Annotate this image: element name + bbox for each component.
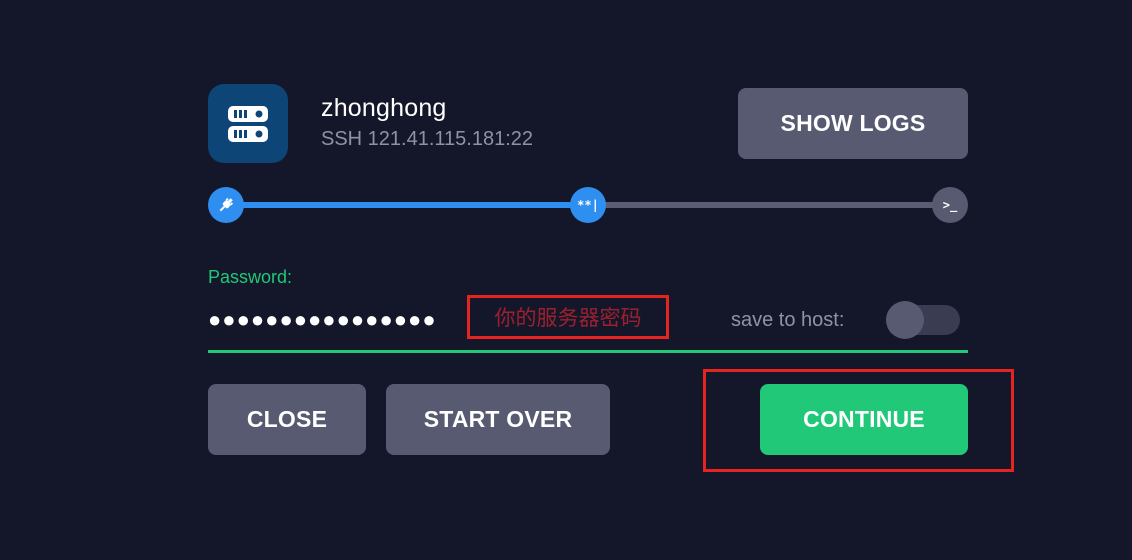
plug-icon xyxy=(208,187,244,223)
save-to-host-label: save to host: xyxy=(731,309,845,331)
toggle-knob[interactable] xyxy=(886,301,924,339)
terminal-icon: >_ xyxy=(932,187,968,223)
password-underline xyxy=(208,350,968,353)
show-logs-button[interactable]: SHOW LOGS xyxy=(738,88,968,159)
progress-track-remaining xyxy=(588,202,950,208)
host-address: SSH 121.41.115.181:22 xyxy=(321,128,534,150)
annotation-password-hint: 你的服务器密码 xyxy=(467,295,669,339)
progress-track-complete xyxy=(226,202,588,208)
host-name: zhonghong xyxy=(321,94,447,122)
password-label: Password: xyxy=(208,267,293,287)
password-input[interactable]: ●●●●●●●●●●●●●●●● xyxy=(208,307,437,333)
close-button[interactable]: CLOSE xyxy=(208,384,366,455)
save-to-host-toggle[interactable] xyxy=(886,301,960,339)
password-icon: **| xyxy=(570,187,606,223)
start-over-button[interactable]: START OVER xyxy=(386,384,610,455)
server-icon xyxy=(208,84,288,163)
annotation-continue-highlight xyxy=(703,369,1014,472)
